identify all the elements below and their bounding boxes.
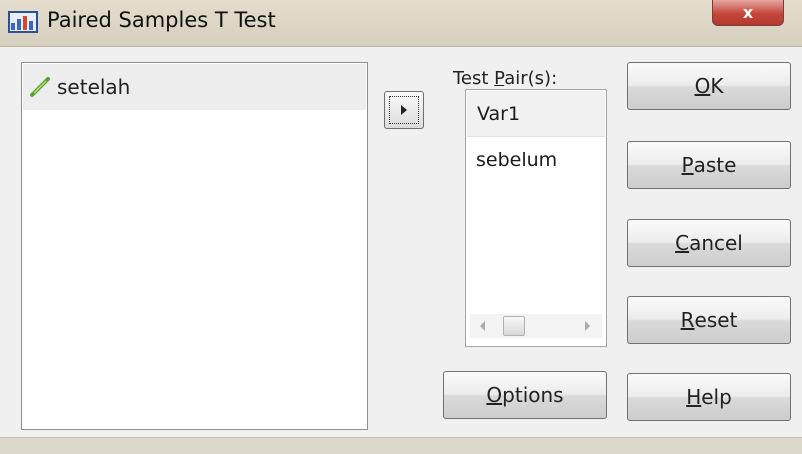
source-variable-list[interactable]: setelah [21,62,368,430]
app-icon [8,11,38,33]
reset-mnemonic: R [680,308,695,332]
reset-button[interactable]: Reset [627,296,791,344]
help-button[interactable]: Help [627,373,791,421]
ruler-icon [30,77,50,97]
options-mnemonic: O [486,383,503,407]
right-arrow-icon [401,105,407,115]
paste-mnemonic: P [681,153,694,177]
paste-label: aste [693,153,737,177]
scroll-right-icon[interactable] [585,321,590,331]
cancel-button[interactable]: Cancel [627,219,791,267]
help-label: elp [701,385,732,409]
cancel-label: ancel [689,231,743,255]
paste-button[interactable]: Paste [627,141,791,189]
label-mnemonic: P [494,68,505,89]
window-title: Paired Samples T Test [47,8,276,32]
scroll-thumb[interactable] [503,316,525,336]
list-item[interactable]: setelah [23,64,366,110]
horizontal-scrollbar[interactable] [470,314,602,338]
reset-label: eset [694,308,738,332]
test-pairs-list[interactable]: Var1 sebelum [465,89,607,347]
cancel-mnemonic: C [675,231,690,255]
options-button[interactable]: Options [443,371,607,419]
test-pairs-label: Test Pair(s): [453,68,557,89]
list-item-label: setelah [57,75,131,99]
ok-label: K [710,74,724,98]
label-suffix: air(s): [504,68,558,89]
label-prefix: Test [453,68,495,89]
ok-mnemonic: O [694,74,711,98]
pair-row[interactable]: sebelum [476,149,557,171]
pair-column-header: Var1 [467,91,605,137]
close-icon: x [742,3,754,22]
ok-button[interactable]: OK [627,62,791,110]
help-mnemonic: H [686,385,702,409]
move-to-pairs-button[interactable] [384,91,424,129]
close-button[interactable]: x [712,0,784,26]
options-label: ptions [502,383,564,407]
title-bar: Paired Samples T Test x [0,0,802,47]
scroll-left-icon[interactable] [480,321,485,331]
window-bottom-border [0,437,802,454]
